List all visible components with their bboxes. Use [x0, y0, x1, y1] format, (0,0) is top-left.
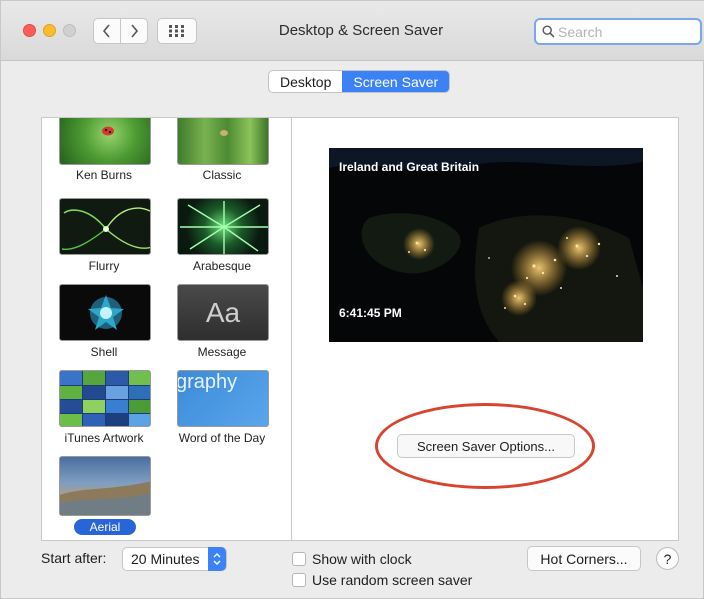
- saver-itunes-artwork[interactable]: iTunes Artwork: [54, 370, 154, 450]
- back-button[interactable]: [93, 18, 121, 44]
- show-with-clock-label: Show with clock: [312, 551, 412, 567]
- preview-time-caption: 6:41:45 PM: [339, 306, 402, 320]
- saver-label: Shell: [90, 345, 118, 359]
- screen-saver-list[interactable]: Ken Burns Classic Flurry Arabesque Shell…: [42, 118, 291, 540]
- saver-arabesque[interactable]: Arabesque: [172, 198, 272, 278]
- panel-divider: [291, 118, 292, 540]
- hot-corners-button[interactable]: Hot Corners...: [527, 546, 641, 571]
- search-input[interactable]: [558, 23, 688, 40]
- content-panel: Ken Burns Classic Flurry Arabesque Shell…: [41, 117, 679, 541]
- flurry-thumbnail: [59, 198, 151, 255]
- grid-icon: [169, 25, 184, 37]
- show-all-button[interactable]: [157, 18, 197, 44]
- zoom-window-button[interactable]: [63, 24, 76, 37]
- saver-flurry[interactable]: Flurry: [54, 198, 154, 278]
- message-thumbnail: Aa: [177, 284, 269, 341]
- saver-label: Arabesque: [192, 259, 252, 273]
- help-button[interactable]: ?: [656, 547, 679, 570]
- chevron-left-icon: [102, 24, 110, 38]
- search-field[interactable]: [534, 18, 702, 45]
- popup-arrows-icon: [208, 547, 226, 571]
- tab-screen-saver[interactable]: Screen Saver: [342, 71, 450, 92]
- preview-location-caption: Ireland and Great Britain: [339, 160, 480, 174]
- preferences-window: Desktop & Screen Saver Desktop Screen Sa…: [0, 0, 704, 599]
- saver-shell[interactable]: Shell: [54, 284, 154, 364]
- classic-thumbnail: [177, 118, 269, 165]
- minimize-window-button[interactable]: [43, 24, 56, 37]
- forward-button[interactable]: [120, 18, 148, 44]
- saver-message[interactable]: Aa Message: [172, 284, 272, 364]
- saver-label: iTunes Artwork: [64, 431, 144, 445]
- titlebar: Desktop & Screen Saver: [1, 1, 704, 61]
- word-of-the-day-thumbnail: graphy: [177, 370, 269, 427]
- start-after-value: 20 Minutes: [131, 551, 200, 567]
- saver-classic[interactable]: Classic: [172, 118, 272, 188]
- aerial-thumbnail: [59, 456, 151, 516]
- saver-ken-burns[interactable]: Ken Burns: [54, 118, 154, 188]
- close-window-button[interactable]: [23, 24, 36, 37]
- screen-saver-options-button[interactable]: Screen Saver Options...: [397, 434, 575, 458]
- saver-label: Ken Burns: [75, 168, 133, 182]
- search-icon: [542, 25, 555, 38]
- itunes-artwork-thumbnail: [59, 370, 151, 427]
- show-with-clock-row[interactable]: Show with clock: [292, 551, 412, 567]
- saver-word-of-the-day[interactable]: graphy Word of the Day: [172, 370, 272, 450]
- saver-label: Flurry: [88, 259, 120, 273]
- saver-label: Message: [197, 345, 247, 359]
- start-after-popup[interactable]: 20 Minutes: [122, 547, 227, 571]
- shell-thumbnail: [59, 284, 151, 341]
- word-of-the-day-thumbnail-text: graphy: [177, 371, 238, 393]
- saver-label: Word of the Day: [178, 431, 266, 445]
- chevron-right-icon: [131, 24, 139, 38]
- saver-label: Aerial: [74, 519, 136, 535]
- random-saver-label: Use random screen saver: [312, 572, 473, 588]
- saver-aerial[interactable]: Aerial: [54, 456, 154, 536]
- tab-bar: Desktop Screen Saver: [268, 70, 451, 93]
- start-after-label: Start after:: [41, 550, 107, 566]
- tab-desktop[interactable]: Desktop: [269, 71, 342, 92]
- random-saver-checkbox[interactable]: [292, 573, 306, 587]
- arabesque-thumbnail: [177, 198, 269, 255]
- screen-saver-preview: Ireland and Great Britain 6:41:45 PM: [329, 148, 643, 342]
- random-saver-row[interactable]: Use random screen saver: [292, 572, 472, 588]
- show-with-clock-checkbox[interactable]: [292, 552, 306, 566]
- ken-burns-thumbnail: [59, 118, 151, 165]
- window-title: Desktop & Screen Saver: [278, 22, 444, 39]
- message-thumbnail-text: Aa: [205, 296, 241, 328]
- saver-label: Classic: [202, 168, 242, 182]
